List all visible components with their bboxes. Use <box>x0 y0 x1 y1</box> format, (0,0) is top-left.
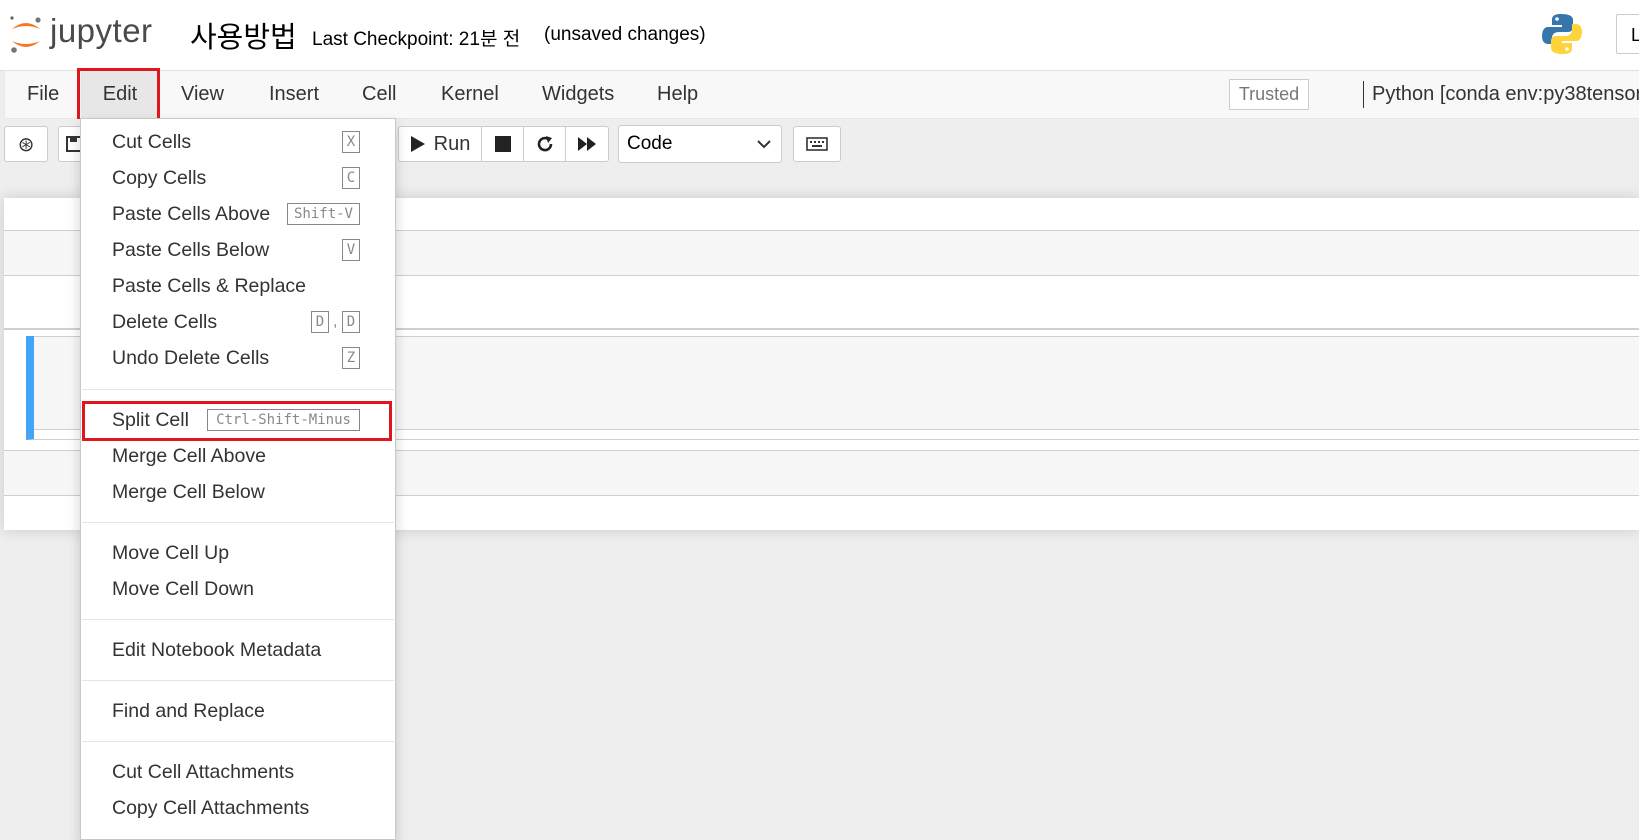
shortcut-key: D <box>311 311 329 333</box>
menu-item-label: Move Cell Down <box>112 578 254 600</box>
kernel-separator <box>1363 81 1364 108</box>
menu-divider <box>82 741 394 742</box>
notebook-header: jupyter 사용방법 Last Checkpoint: 21분 전 (uns… <box>0 0 1639 71</box>
menu-item-copy-cells[interactable]: Copy Cells C <box>81 161 393 195</box>
menu-item-label: Copy Cells <box>112 167 207 189</box>
menu-item-copy-cell-attachments[interactable]: Copy Cell Attachments <box>81 791 393 825</box>
menu-item-move-cell-up[interactable]: Move Cell Up <box>81 536 393 570</box>
menu-file[interactable]: File <box>27 71 59 118</box>
shortcut-key: C <box>342 167 360 189</box>
menu-divider <box>82 389 394 390</box>
menu-item-paste-cells-below[interactable]: Paste Cells Below V <box>81 233 393 267</box>
menu-item-cut-cell-attachments[interactable]: Cut Cell Attachments <box>81 755 393 789</box>
restart-kernel-button[interactable] <box>523 126 566 162</box>
shortcut-separator: , <box>333 313 338 330</box>
menu-divider <box>82 522 394 523</box>
checkpoint-status: Last Checkpoint: 21분 전 <box>312 29 521 50</box>
menu-view[interactable]: View <box>181 71 224 118</box>
menu-kernel[interactable]: Kernel <box>441 71 499 118</box>
python-logo-icon <box>1542 14 1582 54</box>
trusted-indicator[interactable]: Trusted <box>1229 79 1309 110</box>
run-button[interactable]: Run <box>398 126 482 162</box>
login-button[interactable]: L <box>1616 14 1639 54</box>
menu-item-cut-cells[interactable]: Cut Cells X <box>81 125 393 159</box>
menu-item-label: Cut Cell Attachments <box>112 761 295 783</box>
menu-item-label: Edit Notebook Metadata <box>112 639 322 661</box>
menu-cell[interactable]: Cell <box>362 71 396 118</box>
menu-item-delete-cells[interactable]: Delete Cells D , D <box>81 305 393 339</box>
menu-divider <box>82 619 394 620</box>
cell-type-value: Code <box>627 133 673 154</box>
menu-item-undo-delete-cells[interactable]: Undo Delete Cells Z <box>81 341 393 375</box>
jupyter-logo-text[interactable]: jupyter <box>50 12 153 50</box>
edit-menu-highlight <box>77 68 160 122</box>
menu-item-label: Paste Cells Above <box>112 203 271 225</box>
menu-item-move-cell-down[interactable]: Move Cell Down <box>81 572 393 606</box>
fast-forward-icon <box>578 137 596 151</box>
chevron-down-icon <box>757 140 771 149</box>
menu-item-merge-cell-below[interactable]: Merge Cell Below <box>81 475 393 509</box>
cell-type-select[interactable]: Code <box>618 125 782 163</box>
menu-help[interactable]: Help <box>657 71 698 118</box>
restart-icon <box>537 136 552 152</box>
menu-widgets[interactable]: Widgets <box>542 71 614 118</box>
play-icon <box>410 136 425 152</box>
menu-item-label: Move Cell Up <box>112 542 230 564</box>
jupyter-logo-icon[interactable] <box>8 12 44 56</box>
notebook-name[interactable]: 사용방법 <box>190 14 297 56</box>
run-label: Run <box>433 132 471 155</box>
menu-insert[interactable]: Insert <box>269 71 319 118</box>
edit-dropdown-menu: Cut Cells X Copy Cells C Paste Cells Abo… <box>80 118 396 840</box>
keyboard-icon <box>806 137 828 151</box>
menu-item-label: Find and Replace <box>112 700 265 722</box>
menu-item-label: Merge Cell Below <box>112 481 265 503</box>
shortcut-key: Shift-V <box>287 203 360 225</box>
shortcut-key: D <box>342 311 360 333</box>
interrupt-kernel-button[interactable] <box>481 126 524 162</box>
menu-item-merge-cell-above[interactable]: Merge Cell Above <box>81 439 393 473</box>
menu-item-label: Copy Cell Attachments <box>112 797 310 819</box>
split-cell-highlight <box>82 401 392 441</box>
command-palette-icon: ⊛ <box>17 133 35 156</box>
menu-item-find-and-replace[interactable]: Find and Replace <box>81 694 393 728</box>
menu-item-paste-cells-above[interactable]: Paste Cells Above Shift-V <box>81 197 393 231</box>
stop-icon <box>494 136 511 152</box>
keyboard-shortcuts-button[interactable] <box>793 126 841 162</box>
menu-item-label: Paste Cells & Replace <box>112 275 307 297</box>
shortcut-key: Z <box>342 347 360 369</box>
menu-item-label: Undo Delete Cells <box>112 347 270 369</box>
restart-run-all-button[interactable] <box>565 126 609 162</box>
menu-divider <box>82 680 394 681</box>
menu-item-edit-notebook-metadata[interactable]: Edit Notebook Metadata <box>81 633 393 667</box>
menu-item-paste-cells-replace[interactable]: Paste Cells & Replace <box>81 269 393 303</box>
shortcut-key: X <box>342 131 360 153</box>
menu-item-label: Merge Cell Above <box>112 445 266 467</box>
menu-item-label: Cut Cells <box>112 131 192 153</box>
menu-item-label: Delete Cells <box>112 311 218 333</box>
menu-item-label: Paste Cells Below <box>112 239 270 261</box>
unsaved-changes-indicator: (unsaved changes) <box>544 24 706 45</box>
shortcut-key: V <box>342 239 360 261</box>
menubar: File Edit View Insert Cell Kernel Widget… <box>4 71 1639 119</box>
command-palette-button[interactable]: ⊛ <box>4 126 48 162</box>
kernel-name[interactable]: Python [conda env:py38tensorf <box>1372 71 1639 118</box>
